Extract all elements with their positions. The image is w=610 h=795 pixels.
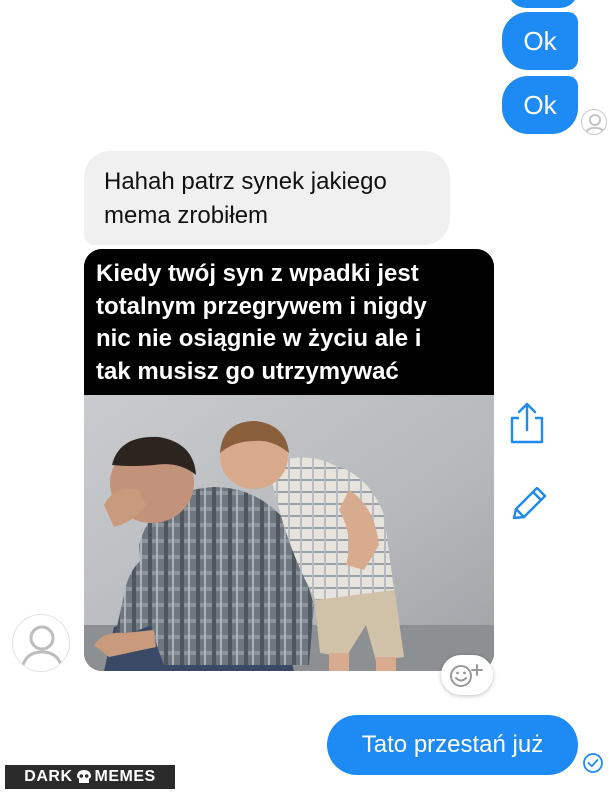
message-bubble-outgoing[interactable]: Tato przestań już xyxy=(327,715,578,775)
emoji-reaction-icon xyxy=(450,664,483,687)
message-bubble-outgoing[interactable]: Ok xyxy=(502,76,578,134)
meme-caption-line: tak musisz go utrzymywać xyxy=(96,357,399,385)
message-bubble-outgoing[interactable]: Ok xyxy=(502,12,578,70)
message-bubble-partial[interactable] xyxy=(508,0,578,8)
default-avatar-icon xyxy=(20,625,64,670)
edit-icon[interactable] xyxy=(508,482,550,524)
skull-icon xyxy=(76,770,91,783)
meme-caption-line: totalnym przegrywem i nigdy xyxy=(96,292,427,320)
delivered-check-icon xyxy=(583,753,603,773)
default-avatar-icon xyxy=(585,114,605,134)
read-receipt-avatar xyxy=(581,109,607,135)
sender-avatar[interactable] xyxy=(12,614,70,672)
message-text-line: mema zrobiłem xyxy=(104,202,269,229)
message-text: Ok xyxy=(523,89,557,120)
message-text-line: Hahah patrz synek jakiego xyxy=(104,168,387,195)
watermark: DARK MEMES xyxy=(5,765,175,789)
message-bubble-incoming[interactable]: Hahah patrz synek jakiego mema zrobiłem xyxy=(84,151,450,245)
watermark-text-left: DARK xyxy=(24,768,73,785)
meme-caption: Kiedy twój syn z wpadki jest totalnym pr… xyxy=(84,249,494,395)
message-text: Tato przestań już xyxy=(361,731,544,758)
meme-caption-line: Kiedy twój syn z wpadki jest xyxy=(96,260,419,287)
meme-image[interactable]: Kiedy twój syn z wpadki jest totalnym pr… xyxy=(84,249,494,671)
message-text: Ok xyxy=(523,25,557,56)
share-icon[interactable] xyxy=(506,400,548,446)
meme-photo xyxy=(84,395,494,671)
meme-caption-line: nic nie osiągnie w życiu ale i xyxy=(96,325,422,352)
add-reaction-button[interactable] xyxy=(441,655,493,695)
watermark-text-right: MEMES xyxy=(94,768,156,785)
